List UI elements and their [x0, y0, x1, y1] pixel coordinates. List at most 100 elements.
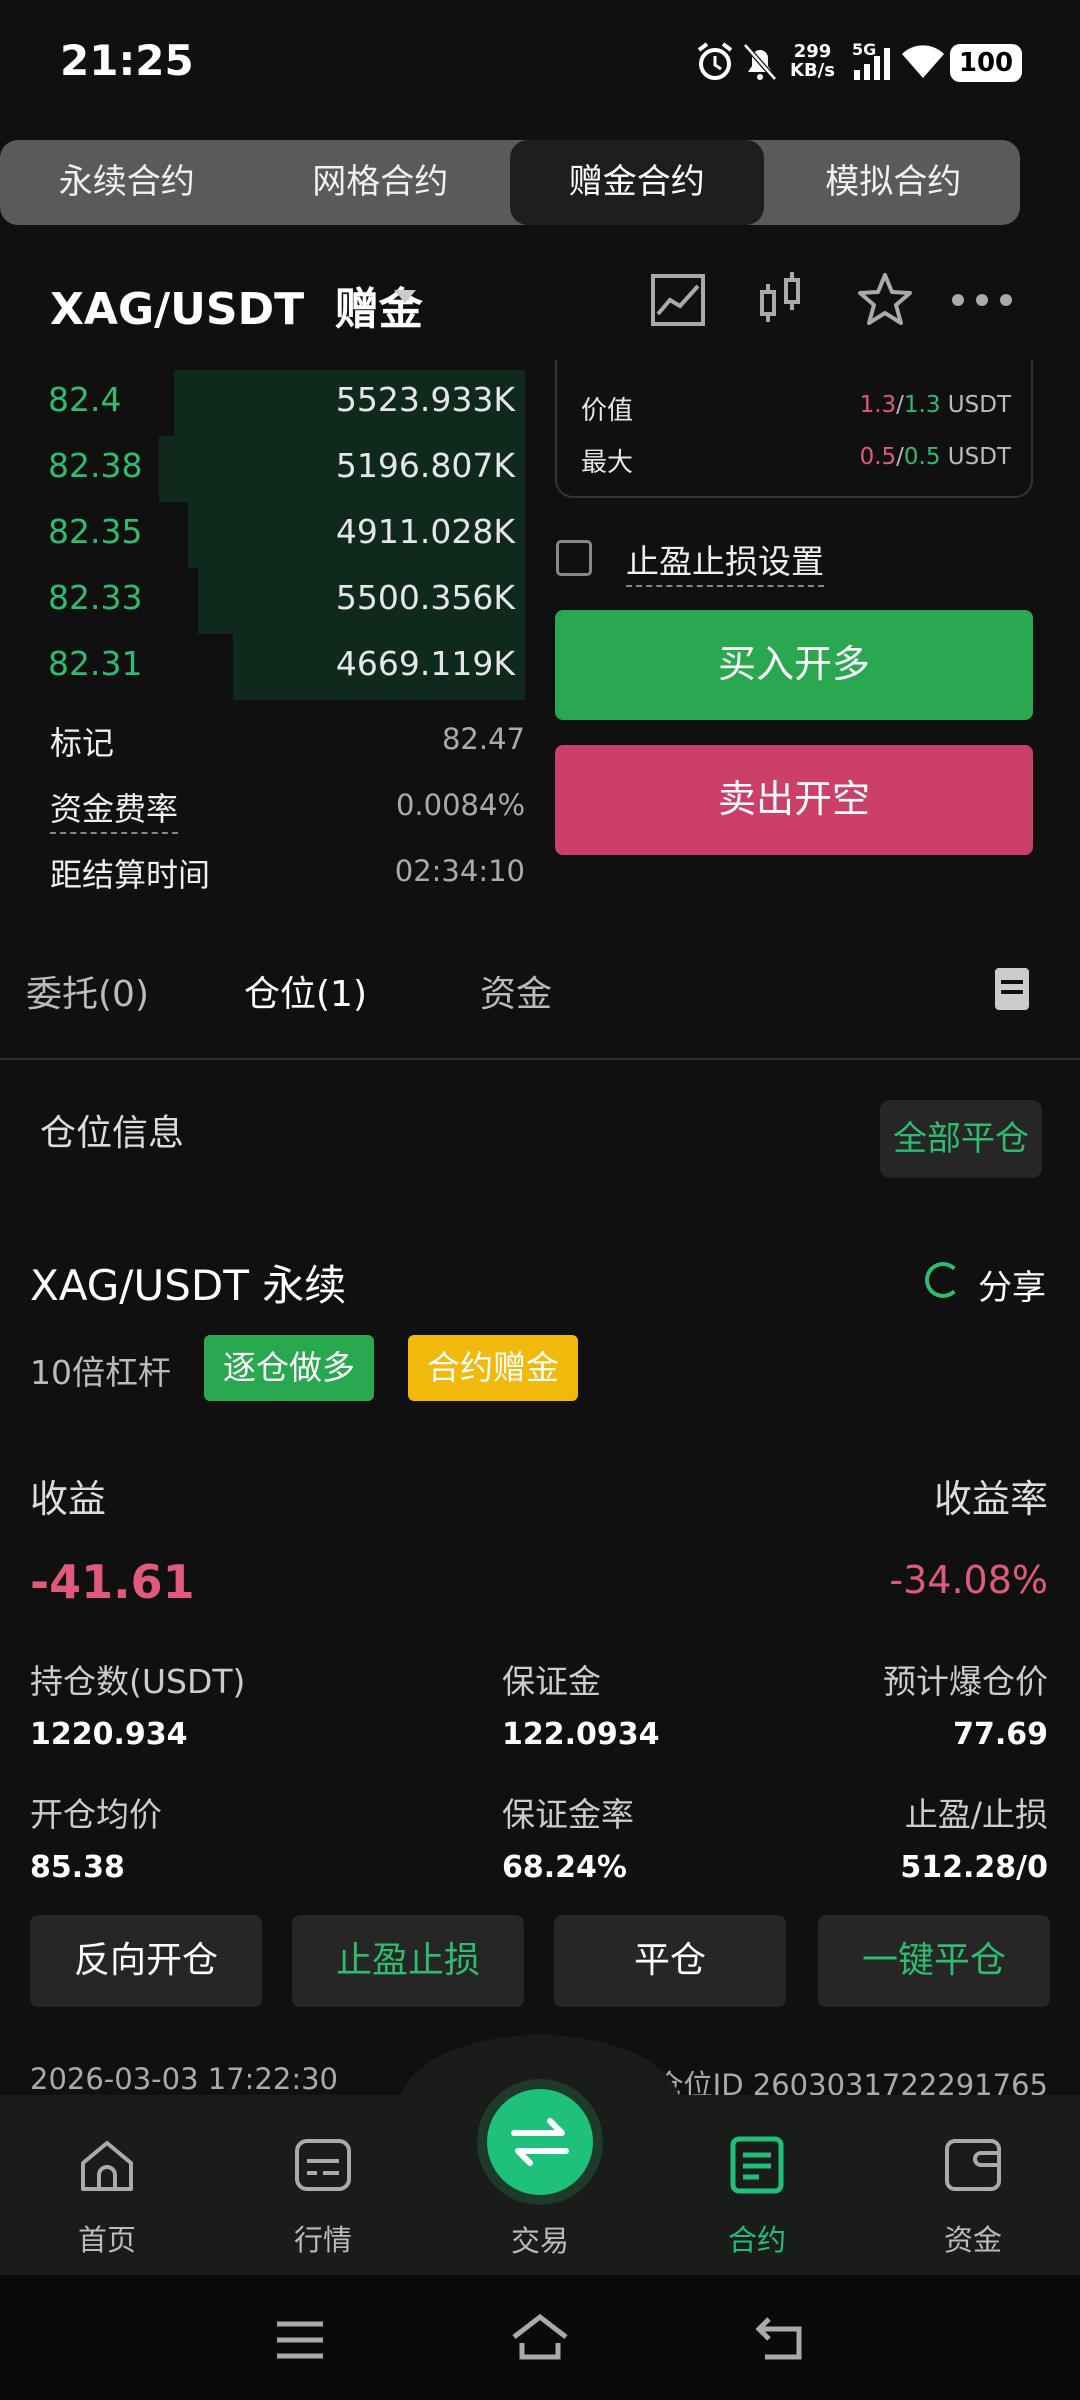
trade-button[interactable] — [487, 2089, 593, 2195]
entry-price-value: 85.38 — [30, 1850, 125, 1885]
orderbook-row[interactable]: 82.33 5500.356K — [30, 568, 525, 634]
orderbook-row[interactable]: 82.35 4911.028K — [30, 502, 525, 568]
mark-price-value: 82.47 — [441, 722, 525, 756]
position-tabs: 委托(0) 仓位(1) 资金 — [0, 955, 1080, 1060]
one-click-close-button[interactable]: 一键平仓 — [818, 1915, 1050, 2007]
roe-label: 收益率 — [933, 1477, 1048, 1521]
funding-rate-value: 0.0084% — [395, 788, 525, 822]
list-icon[interactable] — [995, 968, 1029, 1010]
bonus-badge: 合约赠金 — [408, 1335, 578, 1401]
tpsl-stat-value: 512.28/0 — [900, 1850, 1048, 1885]
sell-short-button[interactable]: 卖出开空 — [555, 745, 1033, 855]
margin-label: 保证金 — [502, 1662, 601, 1701]
caret-down-icon[interactable] — [394, 290, 416, 303]
orderbook-row[interactable]: 82.38 5196.807K — [30, 436, 525, 502]
tab-demo[interactable]: 模拟合约 — [767, 140, 1021, 225]
chart-icon[interactable] — [648, 270, 708, 330]
close-all-button[interactable]: 全部平仓 — [880, 1100, 1042, 1178]
orderbook-quantity: 5500.356K — [335, 578, 515, 617]
orderbook-quantity: 5523.933K — [335, 380, 515, 419]
settlement-time-value: 02:34:10 — [394, 854, 525, 888]
reverse-position-button[interactable]: 反向开仓 — [30, 1915, 262, 2007]
contract-mode-tabs: 永续合约 网格合约 赠金合约 模拟合约 — [0, 140, 1020, 225]
status-time: 21:25 — [60, 36, 194, 85]
back-icon[interactable] — [755, 2315, 805, 2361]
value-label: 价值 — [581, 396, 634, 426]
margin-rate-value: 68.24% — [502, 1850, 627, 1885]
nav-contract-label: 合约 — [727, 2223, 786, 2257]
nav-home[interactable]: 首页 — [32, 2135, 182, 2259]
tab-positions[interactable]: 仓位(1) — [244, 965, 367, 1017]
pnl-label: 收益 — [30, 1477, 107, 1521]
nav-trade-label: 交易 — [510, 2224, 569, 2258]
tpsl-button[interactable]: 止盈止损 — [292, 1915, 524, 2007]
tpsl-checkbox[interactable] — [556, 540, 592, 576]
nav-market-label: 行情 — [293, 2223, 352, 2257]
pair-selector[interactable]: XAG/USDT 赠金 — [50, 273, 423, 337]
funding-rate-label[interactable]: 资金费率 — [50, 784, 179, 834]
orderbook-price: 82.35 — [48, 512, 143, 551]
status-bar: 21:25 299 KB/s 5G 100 — [0, 0, 1080, 125]
orderbook-row[interactable]: 82.31 4669.119K — [30, 634, 525, 700]
signal-icon — [854, 48, 890, 80]
home-icon — [81, 2141, 133, 2191]
mark-price-label: 标记 — [50, 724, 115, 762]
market-icon — [295, 2139, 351, 2191]
liq-price-value: 77.69 — [953, 1717, 1048, 1752]
star-icon[interactable] — [855, 270, 915, 330]
orderbook-row[interactable]: 82.4 5523.933K — [30, 370, 525, 436]
candlestick-icon[interactable] — [752, 270, 812, 330]
side-badge: 逐仓做多 — [204, 1335, 374, 1401]
liq-price-label: 预计爆仓价 — [883, 1662, 1048, 1701]
size-label: 持仓数(USDT) — [30, 1662, 246, 1701]
tpsl-settings-label[interactable]: 止盈止损设置 — [626, 535, 824, 587]
nav-contract[interactable]: 合约 — [682, 2135, 832, 2259]
net-speed: 299 KB/s — [790, 41, 835, 81]
orderbook-price: 82.33 — [48, 578, 143, 617]
more-icon[interactable] — [950, 270, 1014, 330]
tab-assets[interactable]: 资金 — [480, 965, 552, 1017]
open-timestamp: 2026-03-03 17:22:30 — [30, 2062, 338, 2096]
tab-perpetual[interactable]: 永续合约 — [0, 140, 254, 225]
mute-bell-icon — [743, 43, 777, 81]
roe-value: -34.08% — [889, 1558, 1048, 1602]
orderbook-quantity: 4669.119K — [335, 644, 515, 683]
max-label: 最大 — [581, 448, 634, 478]
alarm-icon — [697, 42, 733, 80]
nav-assets-label: 资金 — [943, 2223, 1002, 2257]
order-book: 82.4 5523.933K 82.38 5196.807K 82.35 4911.028… — [30, 370, 525, 700]
wifi-icon — [902, 45, 944, 78]
close-position-button[interactable]: 平仓 — [554, 1915, 786, 2007]
orderbook-price: 82.31 — [48, 644, 143, 683]
order-value-box: 价值 1.3/1.3 USDT 最大 0.5/0.5 USDT — [555, 360, 1033, 498]
swap-icon — [511, 2118, 569, 2166]
pnl-value: -41.61 — [30, 1555, 195, 1609]
size-value: 1220.934 — [30, 1717, 188, 1752]
buy-long-button[interactable]: 买入开多 — [555, 610, 1033, 720]
nav-home-label: 首页 — [77, 2223, 136, 2257]
tab-grid[interactable]: 网格合约 — [254, 140, 508, 225]
max-amount: 0.5/0.5 USDT — [859, 444, 1011, 470]
orderbook-quantity: 5196.807K — [335, 446, 515, 485]
contract-icon — [730, 2136, 784, 2194]
nav-market[interactable]: 行情 — [248, 2135, 398, 2259]
system-nav-bar — [0, 2275, 1080, 2400]
entry-price-label: 开仓均价 — [30, 1795, 162, 1834]
tpsl-stat-label: 止盈/止损 — [904, 1795, 1048, 1834]
tab-bonus[interactable]: 赠金合约 — [510, 140, 764, 225]
orderbook-price: 82.38 — [48, 446, 143, 485]
position-name: XAG/USDT 永续 — [30, 1261, 347, 1310]
orderbook-quantity: 4911.028K — [335, 512, 515, 551]
settlement-time-label: 距结算时间 — [50, 856, 211, 894]
share-button[interactable]: 分享 — [978, 1260, 1046, 1309]
margin-value: 122.0934 — [502, 1717, 660, 1752]
menu-icon[interactable] — [275, 2320, 325, 2360]
tab-orders[interactable]: 委托(0) — [26, 965, 149, 1017]
share-icon[interactable] — [925, 1262, 961, 1298]
wallet-icon — [945, 2139, 1001, 2191]
position-section-title: 仓位信息 — [40, 1113, 185, 1154]
nav-assets[interactable]: 资金 — [898, 2135, 1048, 2259]
orderbook-price: 82.4 — [48, 380, 122, 419]
battery-indicator: 100 — [950, 44, 1022, 82]
home-system-icon[interactable] — [510, 2313, 570, 2361]
